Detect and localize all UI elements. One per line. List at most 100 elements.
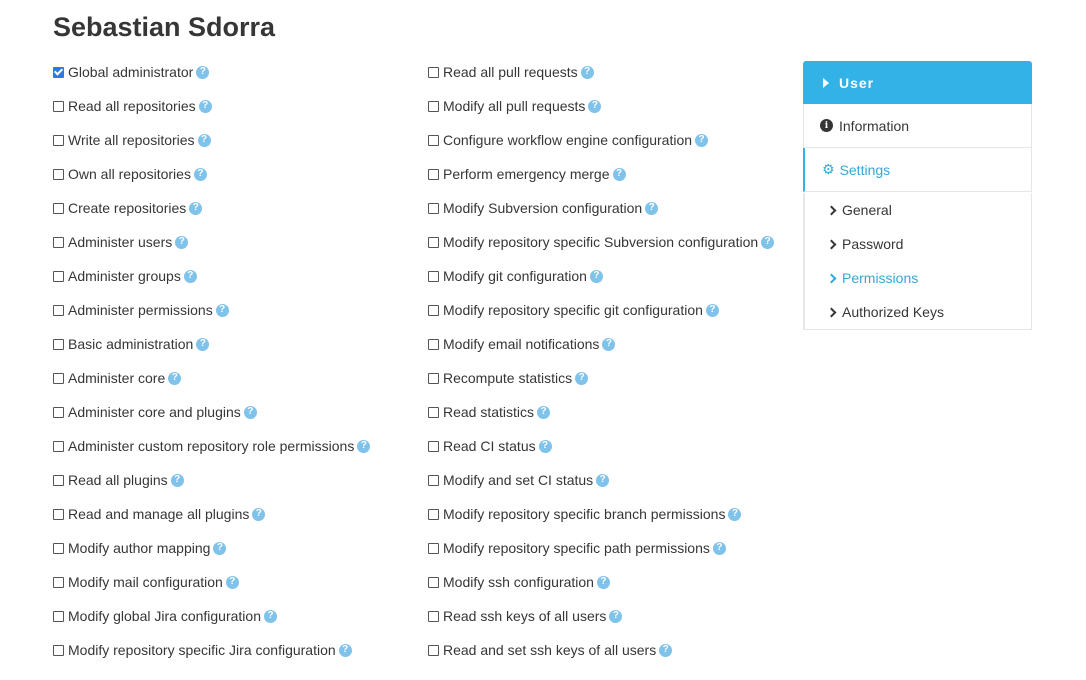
question-circle-icon[interactable]: ?	[197, 133, 211, 147]
question-circle-icon[interactable]: ?	[338, 643, 352, 657]
permission-checkbox[interactable]	[53, 304, 64, 316]
permission-row[interactable]: Perform emergency merge?	[428, 157, 798, 191]
question-circle-icon[interactable]: ?	[612, 167, 626, 181]
permission-row[interactable]: Modify git configuration?	[428, 259, 798, 293]
permission-row[interactable]: Configure workflow engine configuration?	[428, 123, 798, 157]
permission-checkbox[interactable]	[53, 508, 64, 520]
permission-checkbox[interactable]	[53, 406, 64, 418]
permission-row[interactable]: Modify repository specific Subversion co…	[428, 225, 798, 259]
permission-checkbox[interactable]	[428, 440, 439, 452]
question-circle-icon[interactable]: ?	[189, 201, 203, 215]
question-circle-icon[interactable]: ?	[712, 541, 726, 555]
permission-row[interactable]: Read and set ssh keys of all users?	[428, 633, 798, 667]
question-circle-icon[interactable]: ?	[196, 337, 210, 351]
permission-checkbox[interactable]	[53, 610, 64, 622]
permission-checkbox[interactable]	[428, 202, 439, 214]
sidebar-item-general[interactable]: General	[805, 193, 1031, 227]
permission-row[interactable]: Administer groups?	[53, 259, 413, 293]
permission-checkbox[interactable]	[428, 406, 439, 418]
permission-row[interactable]: Modify repository specific Jira configur…	[53, 633, 413, 667]
question-circle-icon[interactable]: ?	[602, 337, 616, 351]
permission-row[interactable]: Modify ssh configuration?	[428, 565, 798, 599]
question-circle-icon[interactable]: ?	[170, 473, 184, 487]
question-circle-icon[interactable]: ?	[264, 609, 277, 623]
permission-checkbox[interactable]	[53, 474, 64, 486]
permission-checkbox[interactable]	[428, 270, 439, 282]
permission-checkbox[interactable]	[53, 168, 64, 180]
question-circle-icon[interactable]: ?	[588, 99, 602, 113]
question-circle-icon[interactable]: ?	[609, 609, 623, 623]
permission-checkbox[interactable]	[428, 304, 439, 316]
sidebar-item-information[interactable]: i Information	[803, 104, 1032, 148]
permission-checkbox[interactable]	[428, 168, 439, 180]
question-circle-icon[interactable]: ?	[168, 371, 182, 385]
question-circle-icon[interactable]: ?	[196, 65, 210, 79]
permission-row[interactable]: Basic administration?	[53, 327, 413, 361]
permission-row[interactable]: Read all repositories?	[53, 89, 413, 123]
permission-checkbox[interactable]	[53, 66, 64, 78]
permission-row[interactable]: Modify email notifications?	[428, 327, 798, 361]
permission-row[interactable]: Modify author mapping?	[53, 531, 413, 565]
permission-checkbox[interactable]	[53, 440, 64, 452]
permission-row[interactable]: Administer users?	[53, 225, 413, 259]
permission-checkbox[interactable]	[53, 576, 64, 588]
question-circle-icon[interactable]: ?	[728, 507, 742, 521]
question-circle-icon[interactable]: ?	[761, 235, 775, 249]
question-circle-icon[interactable]: ?	[252, 507, 266, 521]
permission-row[interactable]: Modify all pull requests?	[428, 89, 798, 123]
permission-checkbox[interactable]	[53, 100, 64, 112]
permission-row[interactable]: Modify global Jira configuration?	[53, 599, 413, 633]
permission-row[interactable]: Read statistics?	[428, 395, 798, 429]
permission-row[interactable]: Administer core?	[53, 361, 413, 395]
permission-checkbox[interactable]	[53, 644, 64, 656]
question-circle-icon[interactable]: ?	[575, 371, 589, 385]
permission-checkbox[interactable]	[53, 542, 64, 554]
sidebar-header-user[interactable]: User	[803, 61, 1032, 104]
permission-row[interactable]: Global administrator?	[53, 55, 413, 89]
permission-row[interactable]: Administer core and plugins?	[53, 395, 413, 429]
question-circle-icon[interactable]: ?	[215, 303, 229, 317]
sidebar-item-authorized-keys[interactable]: Authorized Keys	[805, 295, 1031, 329]
permission-checkbox[interactable]	[53, 372, 64, 384]
question-circle-icon[interactable]: ?	[596, 575, 610, 589]
question-circle-icon[interactable]: ?	[193, 167, 207, 181]
permission-checkbox[interactable]	[428, 134, 439, 146]
permission-checkbox[interactable]	[53, 236, 64, 248]
question-circle-icon[interactable]: ?	[596, 473, 610, 487]
question-circle-icon[interactable]: ?	[198, 99, 212, 113]
permission-row[interactable]: Modify repository specific branch permis…	[428, 497, 798, 531]
question-circle-icon[interactable]: ?	[659, 643, 673, 657]
permission-checkbox[interactable]	[53, 270, 64, 282]
permission-row[interactable]: Modify repository specific path permissi…	[428, 531, 798, 565]
question-circle-icon[interactable]: ?	[225, 575, 239, 589]
permission-row[interactable]: Modify and set CI status?	[428, 463, 798, 497]
permission-row[interactable]: Read all plugins?	[53, 463, 413, 497]
question-circle-icon[interactable]: ?	[538, 439, 552, 453]
permission-checkbox[interactable]	[53, 202, 64, 214]
permission-row[interactable]: Recompute statistics?	[428, 361, 798, 395]
question-circle-icon[interactable]: ?	[580, 65, 594, 79]
question-circle-icon[interactable]: ?	[213, 541, 227, 555]
question-circle-icon[interactable]: ?	[243, 405, 257, 419]
permission-checkbox[interactable]	[53, 134, 64, 146]
permission-checkbox[interactable]	[428, 610, 439, 622]
permission-row[interactable]: Read ssh keys of all users?	[428, 599, 798, 633]
sidebar-item-settings[interactable]: ⚙ Settings	[803, 148, 1032, 192]
permission-checkbox[interactable]	[428, 576, 439, 588]
question-circle-icon[interactable]: ?	[705, 303, 719, 317]
permission-row[interactable]: Read and manage all plugins?	[53, 497, 413, 531]
sidebar-item-password[interactable]: Password	[805, 227, 1031, 261]
permission-row[interactable]: Administer custom repository role permis…	[53, 429, 413, 463]
question-circle-icon[interactable]: ?	[589, 269, 603, 283]
question-circle-icon[interactable]: ?	[357, 439, 371, 453]
permission-row[interactable]: Modify repository specific git configura…	[428, 293, 798, 327]
permission-checkbox[interactable]	[428, 474, 439, 486]
permission-row[interactable]: Own all repositories?	[53, 157, 413, 191]
permission-row[interactable]: Read all pull requests?	[428, 55, 798, 89]
permission-checkbox[interactable]	[428, 542, 439, 554]
question-circle-icon[interactable]: ?	[537, 405, 551, 419]
question-circle-icon[interactable]: ?	[175, 235, 189, 249]
question-circle-icon[interactable]: ?	[695, 133, 709, 147]
permission-checkbox[interactable]	[428, 100, 439, 112]
question-circle-icon[interactable]: ?	[183, 269, 197, 283]
